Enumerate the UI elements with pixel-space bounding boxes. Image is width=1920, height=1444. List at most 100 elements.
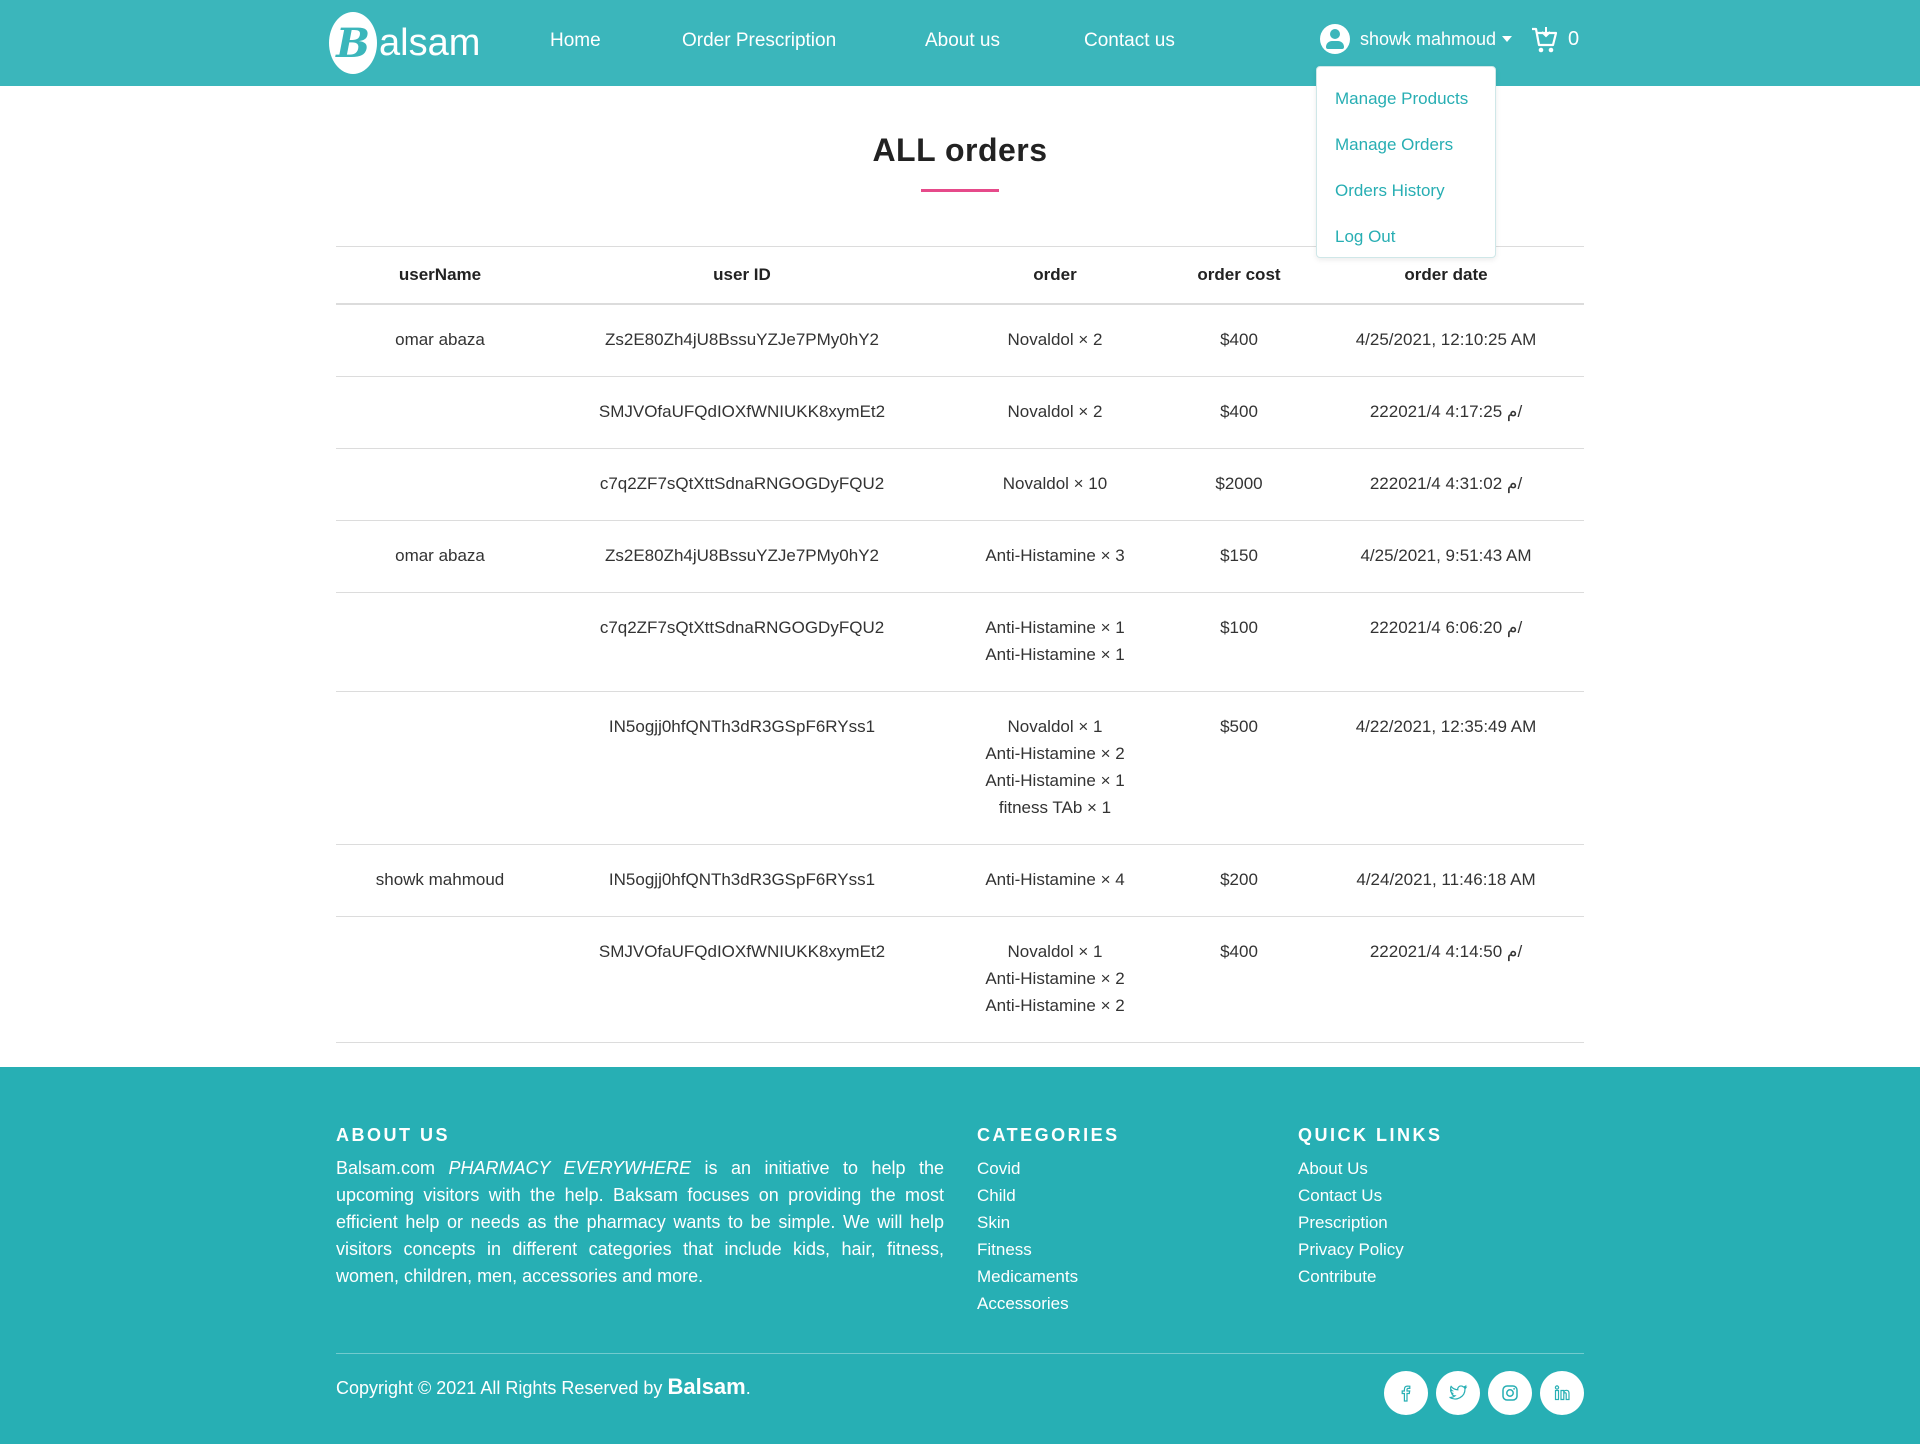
copyright-text: Copyright © 2021 All Rights Reserved by … bbox=[336, 1374, 751, 1399]
order-line: Anti-Histamine × 1 bbox=[985, 618, 1125, 637]
cell-order: Anti-Histamine × 4 bbox=[940, 844, 1170, 917]
footer-categories-heading: CATEGORIES bbox=[977, 1125, 1120, 1145]
cell-user-id: IN5ogjj0hfQNTh3dR3GSpF6RYss1 bbox=[544, 844, 940, 917]
nav-home[interactable]: Home bbox=[550, 30, 601, 52]
table-row: SMJVOfaUFQdIOXfWNIUKK8xymEt2 Novaldol × … bbox=[336, 916, 1584, 1043]
cell-cost: $2000 bbox=[1170, 448, 1308, 521]
cell-order: Anti-Histamine × 3 bbox=[940, 520, 1170, 593]
column-header-user-id: user ID bbox=[544, 246, 940, 305]
table-row: omar abaza Zs2E80Zh4jU8BssuYZJe7PMy0hY2 … bbox=[336, 520, 1584, 593]
column-header-order-cost: order cost bbox=[1170, 246, 1308, 305]
cell-user-id: SMJVOfaUFQdIOXfWNIUKK8xymEt2 bbox=[544, 916, 940, 1043]
cell-date: 4/25/2021, 9:51:43 AM bbox=[1308, 520, 1584, 593]
cell-cost: $400 bbox=[1170, 376, 1308, 449]
category-link-fitness[interactable]: Fitness bbox=[977, 1236, 1078, 1263]
quick-link-about-us[interactable]: About Us bbox=[1298, 1155, 1404, 1182]
twitter-icon bbox=[1449, 1384, 1468, 1400]
cart-icon bbox=[1532, 27, 1558, 53]
facebook-button[interactable] bbox=[1384, 1371, 1428, 1415]
cell-username bbox=[336, 592, 544, 692]
cell-date: 4/24/2021, 11:46:18 AM bbox=[1308, 844, 1584, 917]
category-link-accessories[interactable]: Accessories bbox=[977, 1290, 1078, 1317]
page-title: ALL orders bbox=[872, 132, 1048, 168]
cell-username bbox=[336, 916, 544, 1043]
quick-link-contribute[interactable]: Contribute bbox=[1298, 1263, 1404, 1290]
cell-username bbox=[336, 376, 544, 449]
about-tagline: PHARMACY EVERYWHERE bbox=[448, 1158, 692, 1178]
top-navbar: B alsam Home Order Prescription About us… bbox=[0, 0, 1920, 86]
cell-user-id: c7q2ZF7sQtXttSdnaRNGOGDyFQU2 bbox=[544, 592, 940, 692]
cell-order: Novaldol × 1 Anti-Histamine × 2 Anti-His… bbox=[940, 691, 1170, 845]
quick-link-privacy-policy[interactable]: Privacy Policy bbox=[1298, 1236, 1404, 1263]
cell-user-id: SMJVOfaUFQdIOXfWNIUKK8xymEt2 bbox=[544, 376, 940, 449]
twitter-button[interactable] bbox=[1436, 1371, 1480, 1415]
copyright-brand: Balsam bbox=[667, 1374, 746, 1399]
logo-text: alsam bbox=[379, 21, 481, 64]
footer-quick-links-list: About Us Contact Us Prescription Privacy… bbox=[1298, 1155, 1404, 1290]
menu-item-manage-products[interactable]: Manage Products bbox=[1335, 89, 1468, 109]
cell-cost: $400 bbox=[1170, 304, 1308, 377]
cell-username: omar abaza bbox=[336, 520, 544, 593]
table-row: c7q2ZF7sQtXttSdnaRNGOGDyFQU2 Anti-Histam… bbox=[336, 592, 1584, 692]
cell-order: Novaldol × 1 Anti-Histamine × 2 Anti-His… bbox=[940, 916, 1170, 1043]
order-line: Anti-Histamine × 2 bbox=[985, 996, 1125, 1015]
menu-item-log-out[interactable]: Log Out bbox=[1335, 227, 1396, 247]
cell-user-id: Zs2E80Zh4jU8BssuYZJe7PMy0hY2 bbox=[544, 304, 940, 377]
orders-table-body: omar abaza Zs2E80Zh4jU8BssuYZJe7PMy0hY2 … bbox=[336, 304, 1584, 1043]
order-line: Anti-Histamine × 3 bbox=[985, 546, 1125, 565]
cell-date: 4/22/2021, 12:35:49 AM bbox=[1308, 691, 1584, 845]
user-avatar-icon bbox=[1320, 24, 1350, 54]
user-menu-toggle[interactable]: showk mahmoud bbox=[1320, 24, 1513, 54]
linkedin-button[interactable] bbox=[1540, 1371, 1584, 1415]
instagram-icon bbox=[1502, 1385, 1518, 1401]
table-row: c7q2ZF7sQtXttSdnaRNGOGDyFQU2 Novaldol × … bbox=[336, 448, 1584, 521]
category-link-skin[interactable]: Skin bbox=[977, 1209, 1078, 1236]
order-line: Anti-Histamine × 1 bbox=[985, 771, 1125, 790]
cell-date: 4/25/2021, 12:10:25 AM bbox=[1308, 304, 1584, 377]
order-line: fitness TAb × 1 bbox=[998, 798, 1112, 817]
nav-order-prescription[interactable]: Order Prescription bbox=[682, 30, 836, 52]
title-underline bbox=[921, 189, 999, 192]
order-line: Anti-Histamine × 4 bbox=[985, 870, 1125, 889]
copyright-label: Copyright © 2021 All Rights Reserved by bbox=[336, 1378, 663, 1398]
logo-badge: B bbox=[329, 12, 377, 74]
cart-button[interactable]: 0 bbox=[1530, 24, 1579, 54]
quick-link-prescription[interactable]: Prescription bbox=[1298, 1209, 1404, 1236]
order-line: Novaldol × 10 bbox=[1002, 474, 1108, 493]
cell-user-id: c7q2ZF7sQtXttSdnaRNGOGDyFQU2 bbox=[544, 448, 940, 521]
cell-username: omar abaza bbox=[336, 304, 544, 377]
order-line: Novaldol × 2 bbox=[1007, 402, 1103, 421]
footer-divider bbox=[336, 1353, 1584, 1354]
order-line: Anti-Histamine × 2 bbox=[985, 969, 1125, 988]
quick-link-contact-us[interactable]: Contact Us bbox=[1298, 1182, 1404, 1209]
cell-username bbox=[336, 448, 544, 521]
cell-cost: $500 bbox=[1170, 691, 1308, 845]
cell-date: 22م 6:06:20 2021/4/ bbox=[1308, 592, 1584, 692]
cell-order: Novaldol × 2 bbox=[940, 376, 1170, 449]
order-line: Anti-Histamine × 1 bbox=[985, 645, 1125, 664]
nav-contact-us[interactable]: Contact us bbox=[1084, 30, 1175, 52]
category-link-covid[interactable]: Covid bbox=[977, 1155, 1078, 1182]
category-link-child[interactable]: Child bbox=[977, 1182, 1078, 1209]
cell-order: Novaldol × 10 bbox=[940, 448, 1170, 521]
footer-about-heading: ABOUT US bbox=[336, 1125, 450, 1145]
table-row: omar abaza Zs2E80Zh4jU8BssuYZJe7PMy0hY2 … bbox=[336, 304, 1584, 377]
brand-logo[interactable]: B alsam bbox=[329, 12, 480, 74]
user-name: showk mahmoud bbox=[1360, 28, 1497, 49]
nav-about-us[interactable]: About us bbox=[925, 30, 1000, 52]
category-link-medicaments[interactable]: Medicaments bbox=[977, 1263, 1078, 1290]
order-line: Anti-Histamine × 2 bbox=[985, 744, 1125, 763]
orders-table: userName user ID order order cost order … bbox=[336, 246, 1584, 1043]
table-row: showk mahmoud IN5ogjj0hfQNTh3dR3GSpF6RYs… bbox=[336, 844, 1584, 917]
facebook-icon bbox=[1401, 1385, 1411, 1402]
instagram-button[interactable] bbox=[1488, 1371, 1532, 1415]
table-row: SMJVOfaUFQdIOXfWNIUKK8xymEt2 Novaldol × … bbox=[336, 376, 1584, 449]
cart-count: 0 bbox=[1568, 27, 1580, 50]
menu-item-orders-history[interactable]: Orders History bbox=[1335, 181, 1445, 201]
cell-cost: $100 bbox=[1170, 592, 1308, 692]
order-line: Novaldol × 2 bbox=[1007, 330, 1103, 349]
menu-item-manage-orders[interactable]: Manage Orders bbox=[1335, 135, 1453, 155]
order-line: Novaldol × 1 bbox=[1007, 717, 1103, 736]
footer-categories-list: Covid Child Skin Fitness Medicaments Acc… bbox=[977, 1155, 1078, 1317]
cell-date: 22م 4:31:02 2021/4/ bbox=[1308, 448, 1584, 521]
